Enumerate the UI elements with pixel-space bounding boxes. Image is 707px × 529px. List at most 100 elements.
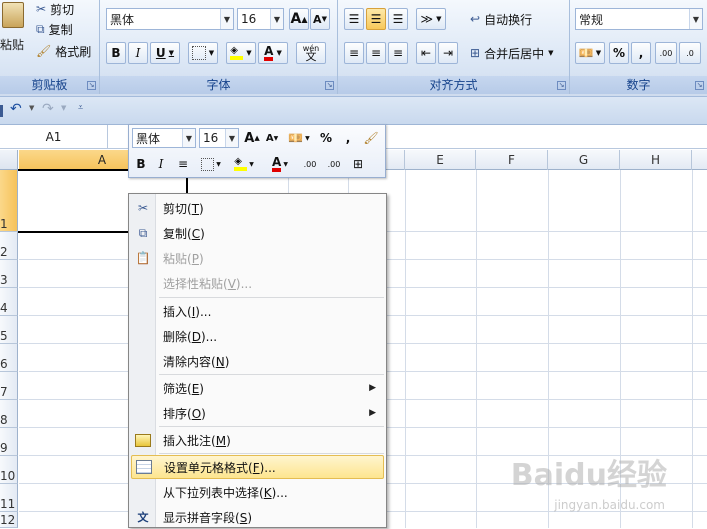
shrink-font-button[interactable]: A ▼ bbox=[310, 8, 330, 30]
menu-item-cut[interactable]: ✂ 剪切(T) bbox=[131, 196, 384, 220]
mini-center-icon[interactable]: ≡ bbox=[174, 154, 192, 174]
chevron-down-icon[interactable]: ▼ bbox=[225, 129, 238, 147]
row-header-11[interactable]: 11 bbox=[0, 484, 18, 512]
merge-center-button[interactable]: ⊞ 合并后居中 ▼ bbox=[470, 43, 553, 63]
row-header-2[interactable]: 2 bbox=[0, 232, 18, 260]
menu-item-copy[interactable]: ⧉ 复制(C) bbox=[131, 221, 384, 245]
clipboard-launcher-icon[interactable]: ↘ bbox=[87, 81, 96, 90]
row-header-5[interactable]: 5 bbox=[0, 316, 18, 344]
borders-button[interactable]: ▼ bbox=[188, 42, 218, 64]
accounting-format-button[interactable]: 💴 ▼ bbox=[575, 42, 605, 64]
align-middle-icon[interactable]: ☰ bbox=[366, 8, 386, 30]
mini-fill-color-button[interactable]: ◈ ▼ bbox=[229, 154, 259, 174]
mini-comma-button[interactable]: , bbox=[339, 128, 357, 148]
underline-button[interactable]: U ▼ bbox=[150, 42, 180, 64]
mini-size-value: 16 bbox=[203, 131, 219, 145]
chevron-down-icon[interactable]: ▼ bbox=[29, 104, 34, 112]
fill-color-button[interactable]: ◈ ▼ bbox=[226, 42, 256, 64]
decrease-decimal-button[interactable]: .0 bbox=[679, 42, 701, 64]
row-header-3[interactable]: 3 bbox=[0, 260, 18, 288]
mini-grow-font-button[interactable]: A ▲ bbox=[243, 128, 261, 148]
increase-decimal-button[interactable]: .00 bbox=[655, 42, 677, 64]
align-bottom-icon[interactable]: ☰ bbox=[388, 8, 408, 30]
menu-item-filter[interactable]: 筛选(E) ▶ bbox=[131, 376, 384, 400]
font-size-combo[interactable]: 16 ▼ bbox=[237, 8, 284, 30]
chevron-down-icon[interactable]: ▼ bbox=[182, 129, 195, 147]
mini-increase-decimal-button[interactable]: .00 bbox=[299, 154, 321, 174]
gridline bbox=[476, 170, 477, 528]
menu-item-insert[interactable]: 插入(I)... bbox=[131, 299, 384, 323]
mini-size-combo[interactable]: 16 ▼ bbox=[199, 128, 239, 148]
customize-toolbar-icon[interactable]: ⩡ bbox=[78, 103, 83, 113]
column-header-g[interactable]: G bbox=[548, 150, 620, 170]
chevron-down-icon[interactable]: ▼ bbox=[270, 9, 283, 29]
alignment-launcher-icon[interactable]: ↘ bbox=[557, 81, 566, 90]
chevron-down-icon[interactable]: ▼ bbox=[689, 9, 702, 29]
column-header-f[interactable]: F bbox=[476, 150, 548, 170]
align-left-icon[interactable]: ≡ bbox=[344, 42, 364, 64]
menu-item-accelerator: V bbox=[227, 276, 236, 291]
align-center-icon[interactable]: ≡ bbox=[366, 42, 386, 64]
comma-button[interactable]: , bbox=[631, 42, 651, 64]
column-header-h[interactable]: H bbox=[620, 150, 692, 170]
mini-format-painter-icon[interactable]: 🖌 bbox=[361, 128, 381, 148]
percent-button[interactable]: % bbox=[609, 42, 629, 64]
italic-button[interactable]: I bbox=[128, 42, 148, 64]
select-all-corner[interactable] bbox=[0, 150, 18, 170]
column-header-e[interactable]: E bbox=[405, 150, 476, 170]
font-launcher-icon[interactable]: ↘ bbox=[325, 81, 334, 90]
mini-decrease-decimal-button[interactable]: .00 bbox=[323, 154, 345, 174]
align-right-icon[interactable]: ≡ bbox=[388, 42, 408, 64]
chevron-down-icon: ▼ bbox=[283, 160, 288, 168]
cut-button[interactable]: ✂ 剪切 bbox=[36, 0, 74, 18]
row-header-12[interactable]: 12 bbox=[0, 512, 18, 528]
orientation-button[interactable]: ≫ ▼ bbox=[416, 8, 446, 30]
chevron-down-icon[interactable]: ▼ bbox=[220, 9, 233, 29]
row-header-4[interactable]: 4 bbox=[0, 288, 18, 316]
phonetic-button[interactable]: wén 文 bbox=[296, 42, 326, 64]
mini-shrink-font-button[interactable]: A ▼ bbox=[263, 128, 281, 148]
mini-borders-button[interactable]: ▼ bbox=[197, 154, 225, 174]
menu-item-format-cells[interactable]: 设置单元格格式(F)... bbox=[131, 455, 384, 479]
menu-item-label: 设置单元格格式(F)... bbox=[164, 460, 276, 475]
wrap-text-button[interactable]: ↩ 自动换行 bbox=[470, 9, 532, 29]
grow-font-button[interactable]: A ▲ bbox=[289, 8, 309, 30]
bold-button[interactable]: B bbox=[106, 42, 126, 64]
font-color-button[interactable]: A ▼ bbox=[258, 42, 288, 64]
chevron-down-icon: ▼ bbox=[216, 160, 221, 168]
row-header-1[interactable]: 1 bbox=[0, 170, 18, 232]
mini-font-combo[interactable]: 黑体 ▼ bbox=[132, 128, 196, 148]
mini-merge-cells-icon[interactable]: ⊞ bbox=[347, 154, 369, 174]
row-header-8[interactable]: 8 bbox=[0, 400, 18, 428]
mini-percent-button[interactable]: % bbox=[317, 128, 335, 148]
copy-button[interactable]: ⧉ 复制 bbox=[36, 20, 73, 38]
menu-item-clear-contents[interactable]: 清除内容(N) bbox=[131, 349, 384, 373]
menu-item-sort[interactable]: 排序(O) ▶ bbox=[131, 401, 384, 425]
menu-item-insert-comment[interactable]: 插入批注(M) bbox=[131, 428, 384, 452]
mini-bold-button[interactable]: B bbox=[132, 154, 150, 174]
number-format-combo[interactable]: 常规 ▼ bbox=[575, 8, 703, 30]
paste-icon bbox=[2, 2, 24, 28]
menu-item-show-phonetic[interactable]: 文 显示拼音字段(S) bbox=[131, 505, 384, 529]
mini-italic-button[interactable]: I bbox=[152, 154, 170, 174]
name-box[interactable]: A1 bbox=[0, 125, 108, 149]
menu-item-accelerator: I bbox=[191, 304, 196, 319]
undo-icon[interactable]: ↶ bbox=[10, 101, 22, 117]
increase-indent-icon[interactable]: ⇥ bbox=[438, 42, 458, 64]
paste-button[interactable]: 粘贴 bbox=[0, 0, 32, 70]
save-icon[interactable] bbox=[0, 105, 3, 117]
menu-item-pick-from-list[interactable]: 从下拉列表中选择(K)... bbox=[131, 480, 384, 504]
mini-font-color-button[interactable]: A ▼ bbox=[265, 154, 295, 174]
chevron-down-icon: ▼ bbox=[208, 49, 215, 57]
format-painter-button[interactable]: 🖌 格式刷 bbox=[36, 42, 91, 60]
decrease-indent-icon[interactable]: ⇤ bbox=[416, 42, 436, 64]
row-header-7[interactable]: 7 bbox=[0, 372, 18, 400]
mini-currency-button[interactable]: 💴 ▼ bbox=[285, 128, 313, 148]
font-name-combo[interactable]: 黑体 ▼ bbox=[106, 8, 234, 30]
align-top-icon[interactable]: ☰ bbox=[344, 8, 364, 30]
row-header-9[interactable]: 9 bbox=[0, 428, 18, 456]
row-header-10[interactable]: 10 bbox=[0, 456, 18, 484]
menu-item-delete[interactable]: 删除(D)... bbox=[131, 324, 384, 348]
number-launcher-icon[interactable]: ↘ bbox=[695, 81, 704, 90]
row-header-6[interactable]: 6 bbox=[0, 344, 18, 372]
